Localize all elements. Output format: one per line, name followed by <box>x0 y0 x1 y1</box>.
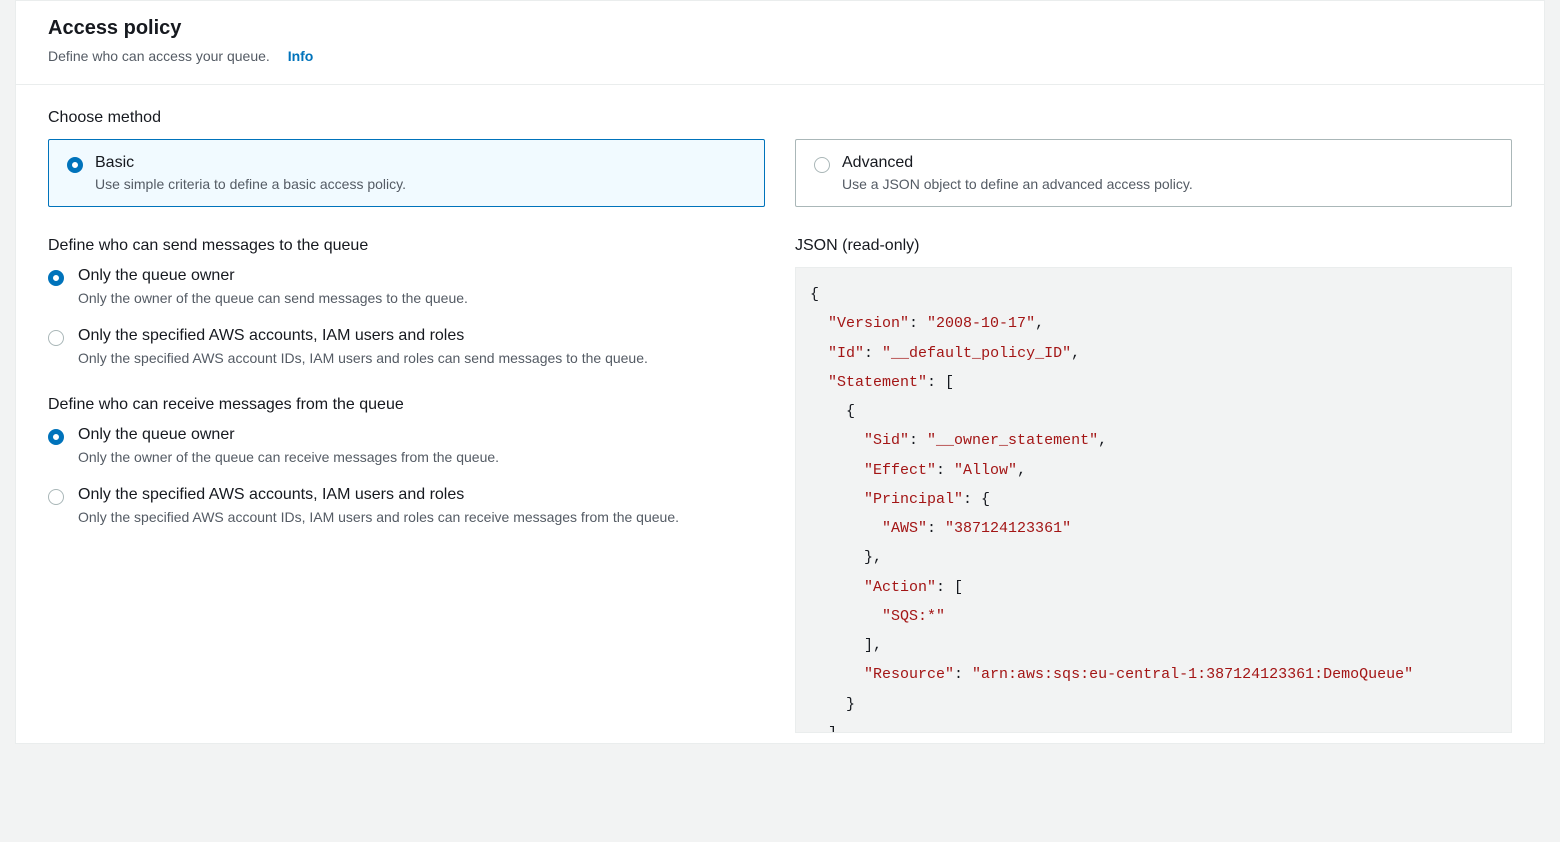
send-owner-text: Only the queue owner Only the owner of t… <box>78 267 468 309</box>
json-label: JSON (read-only) <box>795 237 1512 255</box>
send-label: Define who can send messages to the queu… <box>48 237 765 255</box>
method-advanced-card[interactable]: Advanced Use a JSON object to define an … <box>795 139 1512 207</box>
panel-description: Define who can access your queue. <box>48 48 270 64</box>
method-advanced-desc: Use a JSON object to define an advanced … <box>842 176 1193 192</box>
method-row: Basic Use simple criteria to define a ba… <box>48 139 1512 207</box>
right-column: JSON (read-only) { "Version": "2008-10-1… <box>795 237 1512 733</box>
send-specified-text: Only the specified AWS accounts, IAM use… <box>78 327 648 369</box>
access-policy-panel: Access policy Define who can access your… <box>15 0 1545 744</box>
json-readonly-box[interactable]: { "Version": "2008-10-17", "Id": "__defa… <box>795 267 1512 733</box>
method-basic-desc: Use simple criteria to define a basic ac… <box>95 176 406 192</box>
panel-body: Choose method Basic Use simple criteria … <box>16 85 1544 743</box>
radio-advanced[interactable] <box>814 157 830 173</box>
send-specified-title: Only the specified AWS accounts, IAM use… <box>78 327 648 345</box>
radio-basic[interactable] <box>67 157 83 173</box>
send-group: Define who can send messages to the queu… <box>48 237 765 368</box>
receive-specified-title: Only the specified AWS accounts, IAM use… <box>78 486 679 504</box>
send-owner-title: Only the queue owner <box>78 267 468 285</box>
choose-method-label: Choose method <box>48 109 1512 127</box>
radio-send-specified[interactable] <box>48 330 64 346</box>
method-basic-text: Basic Use simple criteria to define a ba… <box>95 154 406 192</box>
send-specified-option[interactable]: Only the specified AWS accounts, IAM use… <box>48 327 765 369</box>
two-column-layout: Define who can send messages to the queu… <box>48 237 1512 733</box>
radio-receive-owner[interactable] <box>48 429 64 445</box>
method-basic-card[interactable]: Basic Use simple criteria to define a ba… <box>48 139 765 207</box>
receive-owner-title: Only the queue owner <box>78 426 499 444</box>
receive-label: Define who can receive messages from the… <box>48 396 765 414</box>
method-basic-title: Basic <box>95 154 406 172</box>
receive-owner-option[interactable]: Only the queue owner Only the owner of t… <box>48 426 765 468</box>
radio-send-owner[interactable] <box>48 270 64 286</box>
send-owner-desc: Only the owner of the queue can send mes… <box>78 289 468 309</box>
left-column: Define who can send messages to the queu… <box>48 237 765 733</box>
receive-owner-text: Only the queue owner Only the owner of t… <box>78 426 499 468</box>
send-owner-option[interactable]: Only the queue owner Only the owner of t… <box>48 267 765 309</box>
radio-receive-specified[interactable] <box>48 489 64 505</box>
receive-owner-desc: Only the owner of the queue can receive … <box>78 448 499 468</box>
receive-specified-text: Only the specified AWS accounts, IAM use… <box>78 486 679 528</box>
panel-header: Access policy Define who can access your… <box>16 1 1544 85</box>
method-advanced-title: Advanced <box>842 154 1193 172</box>
send-specified-desc: Only the specified AWS account IDs, IAM … <box>78 349 648 369</box>
info-link[interactable]: Info <box>288 48 314 64</box>
panel-desc-row: Define who can access your queue. Info <box>48 48 1512 64</box>
receive-group: Define who can receive messages from the… <box>48 396 765 527</box>
receive-specified-option[interactable]: Only the specified AWS accounts, IAM use… <box>48 486 765 528</box>
panel-title: Access policy <box>48 17 1512 40</box>
method-advanced-text: Advanced Use a JSON object to define an … <box>842 154 1193 192</box>
receive-specified-desc: Only the specified AWS account IDs, IAM … <box>78 508 679 528</box>
